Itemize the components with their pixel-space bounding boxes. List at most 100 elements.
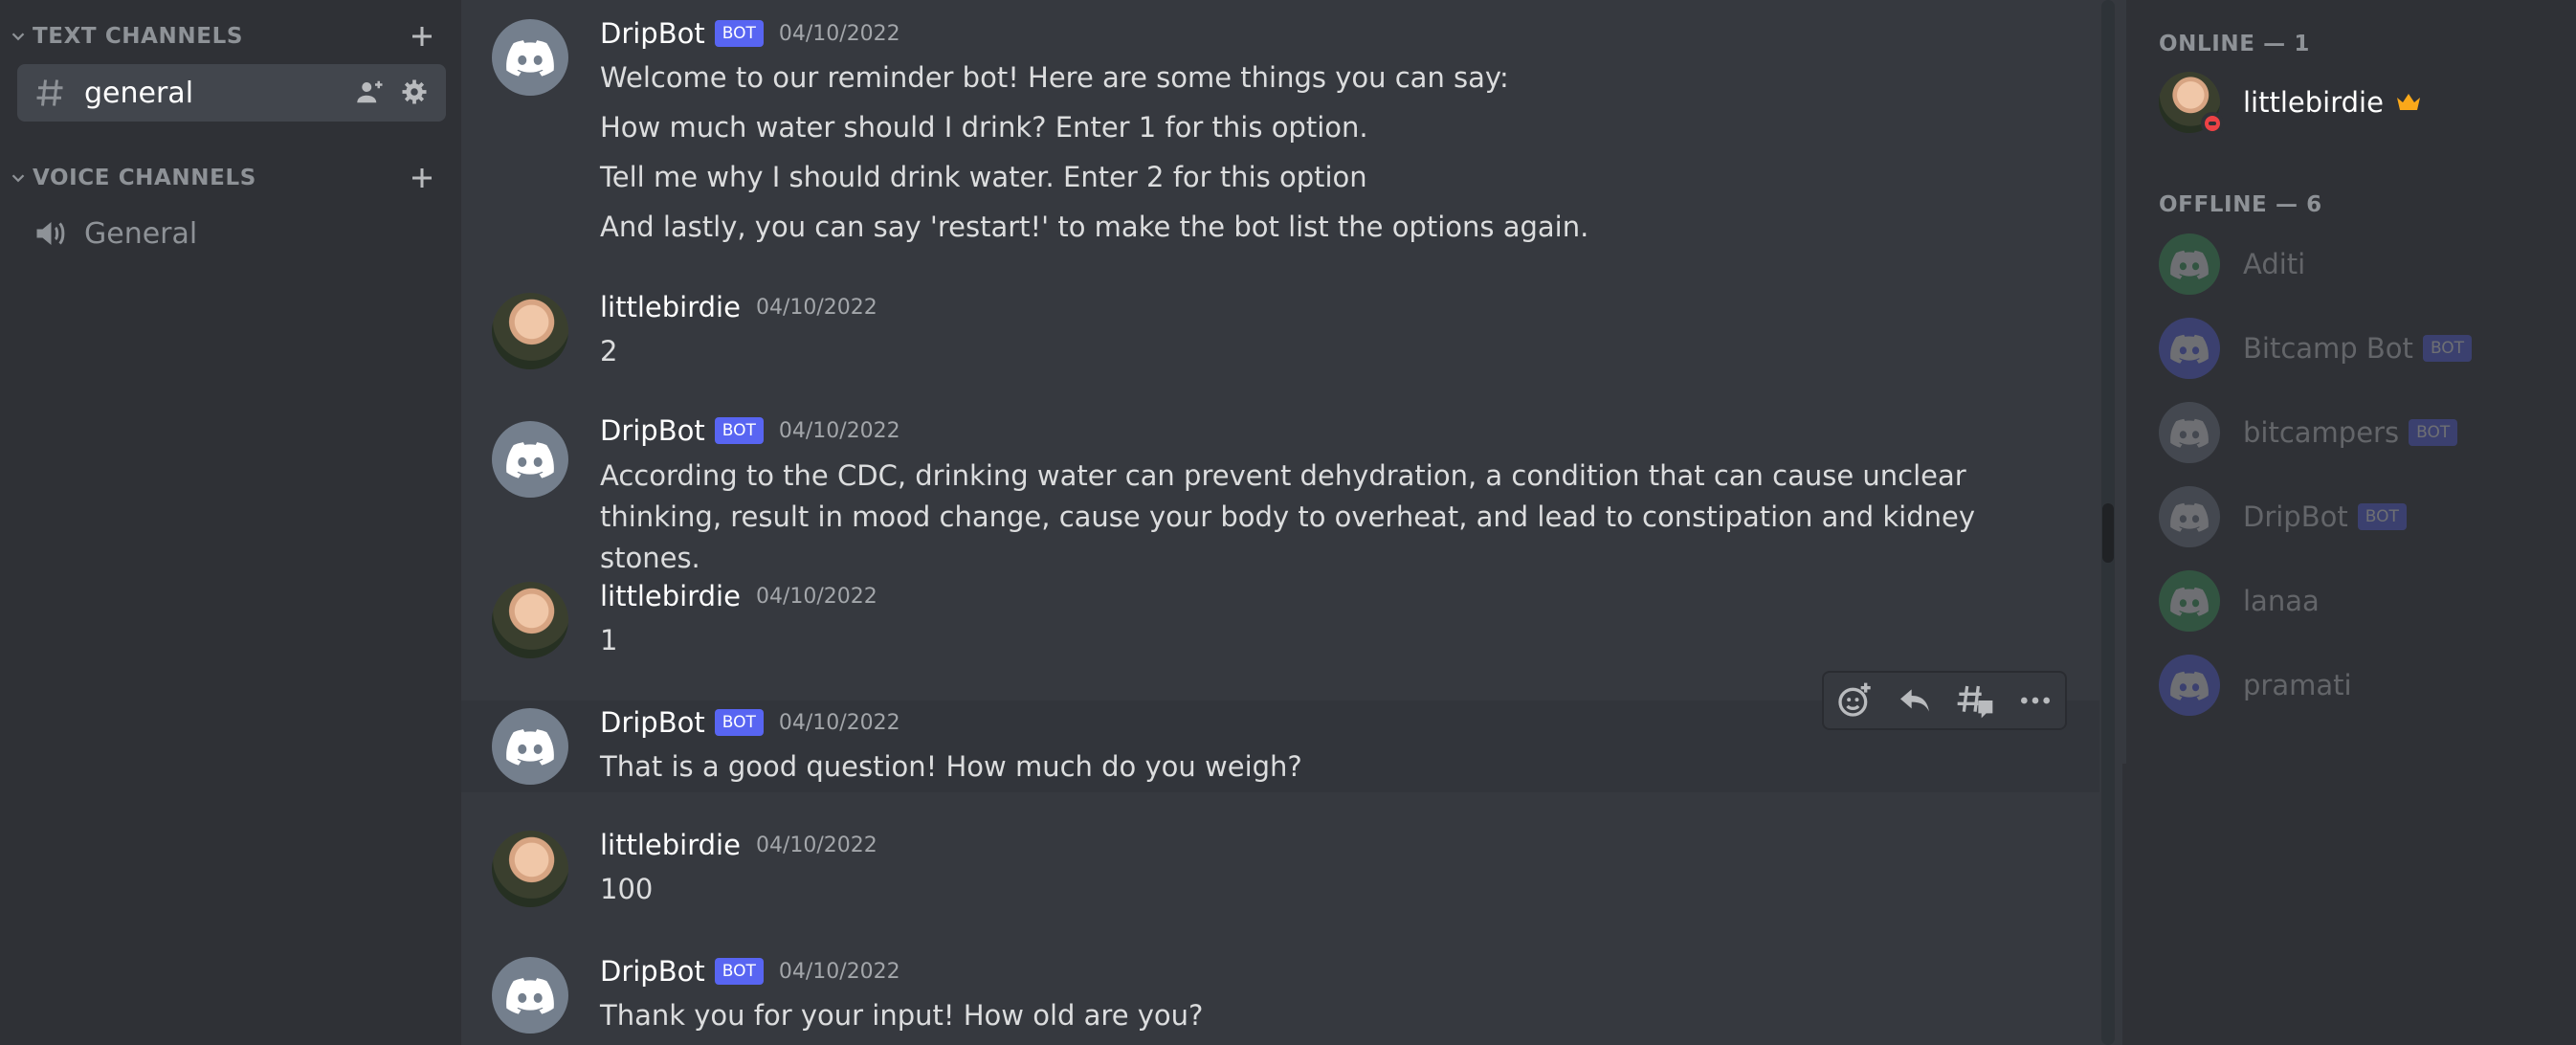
avatar [2159,318,2220,379]
member-dripbot[interactable]: DripBot BOT [2159,483,2561,550]
message-list: DripBot BOT 04/10/2022 Welcome to our re… [461,0,2115,1045]
reply-icon[interactable] [1896,681,1934,720]
bot-badge: BOT [714,709,764,736]
message-line: Thank you for your input! How old are yo… [600,999,1204,1032]
member-list: ONLINE — 1 littlebirdie OFFLINE — 6 Adit… [2122,0,2576,1045]
message-line: 2 [600,335,618,367]
member-name: Bitcamp Bot [2243,332,2413,365]
message-author[interactable]: littlebirdie [600,291,741,323]
bot-badge: BOT [2357,503,2407,530]
avatar[interactable] [492,293,568,369]
message-author[interactable]: littlebirdie [600,580,741,612]
avatar [2159,233,2220,295]
discord-logo-icon [506,729,554,766]
message-author[interactable]: littlebirdie [600,829,741,861]
member-pramati[interactable]: pramati [2159,652,2561,719]
avatar [2159,486,2220,547]
avatar [2159,72,2224,135]
message-line: 100 [600,873,654,905]
message-timestamp: 04/10/2022 [755,584,877,609]
channel-sidebar: TEXT CHANNELS general VOICE CHANNELS Gen… [0,0,461,1045]
message[interactable]: DripBot BOT 04/10/2022 Thank you for you… [461,947,2099,1045]
channel-label: general [84,76,194,110]
discord-logo-icon [506,978,554,1014]
scrollbar-thumb[interactable] [2102,503,2114,563]
discord-logo-icon [2170,418,2209,448]
invite-icon[interactable] [356,78,385,106]
member-littlebirdie[interactable]: littlebirdie [2159,69,2561,136]
bot-badge: BOT [714,417,764,444]
discord-logo-icon [2170,334,2209,364]
message-author[interactable]: DripBot [600,706,705,739]
message-actions-toolbar [1822,671,2067,730]
avatar [2159,655,2220,716]
add-reaction-icon[interactable] [1835,681,1874,720]
message[interactable]: DripBot BOT 04/10/2022 Welcome to our re… [461,0,2099,278]
crown-icon [2396,94,2420,110]
avatar[interactable] [492,582,568,658]
member-bitcamp-bot[interactable]: Bitcamp Bot BOT [2159,315,2561,382]
channel-label: General [84,216,198,251]
avatar[interactable] [492,957,568,1034]
member-name: lanaa [2243,585,2320,617]
message-line: Welcome to our reminder bot! Here are so… [600,61,1509,94]
avatar[interactable] [492,19,568,96]
channel-item-general-voice[interactable]: General [17,205,446,262]
online-group-title: ONLINE — 1 [2159,32,2310,56]
message[interactable]: DripBot BOT 04/10/2022 According to the … [461,402,2099,574]
offline-group-title: OFFLINE — 6 [2159,192,2322,217]
message-content: 1 [600,620,2035,670]
settings-gear-icon[interactable] [400,78,429,106]
discord-logo-icon [2170,671,2209,700]
avatar[interactable] [492,831,568,907]
more-icon[interactable] [2016,681,2054,720]
text-channels-category[interactable]: TEXT CHANNELS [8,17,436,56]
discord-logo-icon [2170,502,2209,532]
member-name: pramati [2243,669,2352,701]
message-line: Tell me why I should drink water. Enter … [600,161,1367,193]
discord-logo-icon [506,442,554,478]
message-timestamp: 04/10/2022 [778,959,900,984]
chevron-down-icon [11,174,25,183]
discord-logo-icon [506,40,554,77]
message-line: According to the CDC, drinking water can… [600,459,1976,574]
message-line: And lastly, you can say 'restart!' to ma… [600,211,1589,243]
member-aditi[interactable]: Aditi [2159,231,2561,298]
discord-logo-icon [2170,587,2209,616]
member-name: littlebirdie [2243,86,2384,119]
create-thread-icon[interactable] [1956,681,1994,720]
hash-icon [36,79,63,106]
message-author[interactable]: DripBot [600,955,705,988]
member-name: bitcampers [2243,416,2400,449]
avatar[interactable] [492,421,568,498]
avatar [2159,402,2220,463]
avatar[interactable] [492,708,568,785]
voice-channels-category[interactable]: VOICE CHANNELS [8,159,436,197]
message-content: Thank you for your input! How old are yo… [600,995,2035,1045]
message-timestamp: 04/10/2022 [755,833,877,857]
chevron-down-icon [11,33,25,41]
bot-badge: BOT [714,958,764,985]
message-content: According to the CDC, drinking water can… [600,456,2064,579]
create-channel-icon[interactable] [408,164,436,192]
message-author[interactable]: DripBot [600,17,705,50]
member-lanaa[interactable]: lanaa [2159,567,2561,634]
message-line: That is a good question! How much do you… [600,750,1302,783]
message-timestamp: 04/10/2022 [778,418,900,443]
channel-item-general[interactable]: general [17,64,446,122]
message-content: 100 [600,869,2035,919]
bot-badge: BOT [2422,335,2473,362]
member-name: Aditi [2243,248,2306,280]
member-bitcampers[interactable]: bitcampers BOT [2159,399,2561,466]
message-content: That is a good question! How much do you… [600,746,2035,796]
message-author[interactable]: DripBot [600,414,705,447]
message-content: Welcome to our reminder bot! Here are so… [600,57,2035,256]
create-channel-icon[interactable] [408,22,436,51]
bot-badge: BOT [714,20,764,47]
message[interactable]: littlebirdie 04/10/2022 100 [461,823,2099,928]
message-timestamp: 04/10/2022 [778,21,900,46]
message-timestamp: 04/10/2022 [755,295,877,320]
message[interactable]: littlebirdie 04/10/2022 2 [461,278,2099,402]
avatar [2159,570,2220,632]
discord-logo-icon [2170,250,2209,279]
